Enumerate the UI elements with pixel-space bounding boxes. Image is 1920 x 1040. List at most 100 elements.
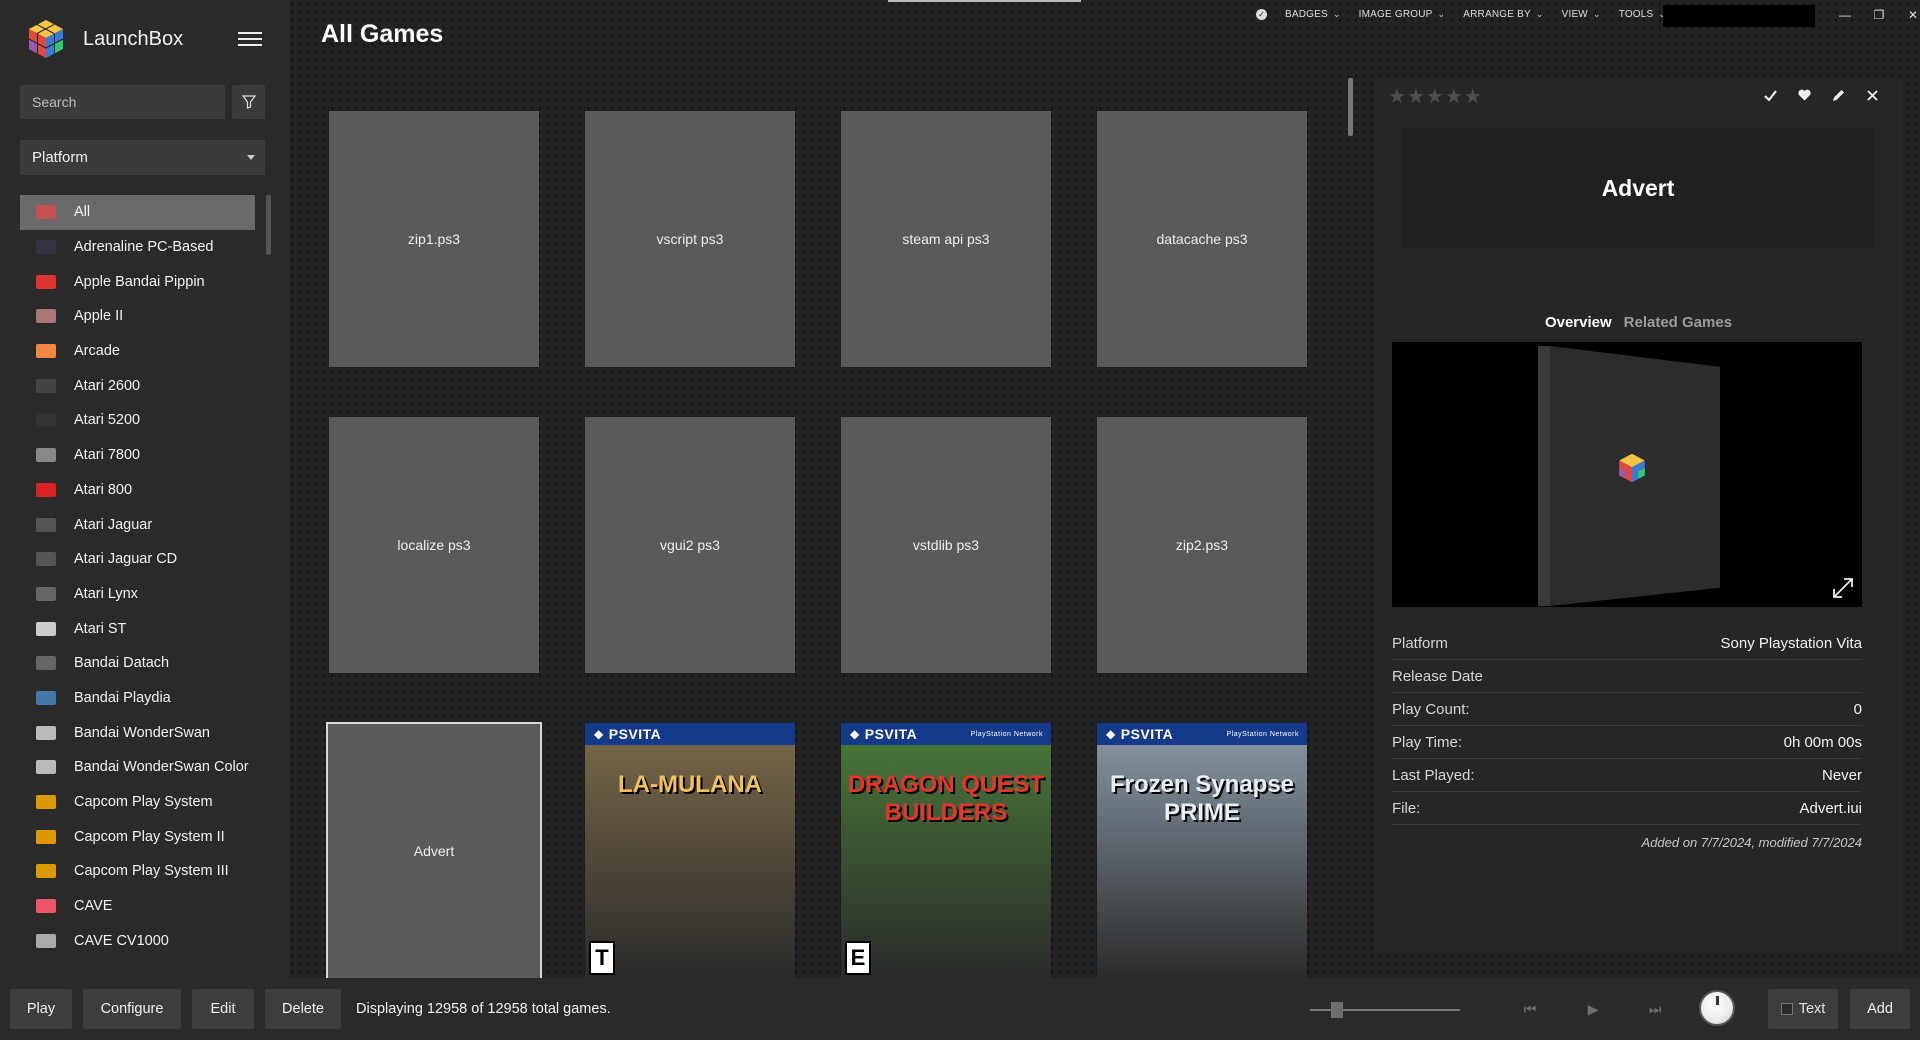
launchbox-logo-icon — [1617, 452, 1647, 489]
text-toggle[interactable]: Text — [1768, 989, 1838, 1029]
next-track-icon[interactable]: ⏭ — [1643, 999, 1667, 1019]
platform-swatch — [36, 378, 56, 393]
game-tile[interactable]: zip1.ps3 — [329, 111, 539, 367]
minimize-icon[interactable]: — — [1828, 5, 1862, 25]
sidebar-item-arcade[interactable]: Arcade — [20, 334, 255, 369]
game-tile[interactable]: Advert — [326, 722, 542, 980]
esrb-rating-badge: E — [845, 941, 871, 975]
sidebar-item-atari-st[interactable]: Atari ST — [20, 611, 255, 646]
sidebar-item-capcom-play-system-ii[interactable]: Capcom Play System II — [20, 819, 255, 854]
game-tile[interactable]: vgui2 ps3 — [585, 417, 795, 673]
sidebar-item-atari-5200[interactable]: Atari 5200 — [20, 403, 255, 438]
add-button[interactable]: Add — [1850, 989, 1910, 1029]
sidebar-item-cave[interactable]: CAVE — [20, 889, 255, 924]
search-input[interactable] — [20, 85, 225, 119]
game-tile[interactable]: vstdlib ps3 — [841, 417, 1051, 673]
sidebar-item-capcom-play-system-iii[interactable]: Capcom Play System III — [20, 854, 255, 889]
sidebar-item-bandai-wonderswan-color[interactable]: Bandai WonderSwan Color — [20, 750, 255, 785]
game-tile[interactable]: ◆ PSVITA PlayStation Network Frozen Synapse… — [1097, 723, 1307, 979]
filter-button[interactable] — [232, 85, 265, 119]
sidebar-item-all[interactable]: All — [20, 195, 255, 230]
game-tile[interactable]: localize ps3 — [329, 417, 539, 673]
top-search-input[interactable] — [1663, 5, 1815, 27]
chevron-down-icon — [247, 155, 255, 160]
game-tile[interactable]: zip2.ps3 — [1097, 417, 1307, 673]
info-label: Platform — [1392, 634, 1448, 652]
platform-list-scrollbar[interactable] — [266, 195, 271, 255]
zoom-slider-thumb[interactable] — [1331, 1002, 1343, 1018]
star-icon[interactable]: ★ — [1407, 84, 1425, 109]
toolbar-arrange-by[interactable]: ARRANGE BY ⌄ — [1463, 9, 1543, 20]
toolbar-image-group[interactable]: IMAGE GROUP ⌄ — [1359, 9, 1446, 20]
sidebar-item-label: CAVE CV1000 — [74, 932, 169, 949]
sidebar-item-atari-800[interactable]: Atari 800 — [20, 473, 255, 508]
sidebar-item-capcom-play-system[interactable]: Capcom Play System — [20, 785, 255, 820]
playstation-icon: ◆ — [1106, 727, 1116, 741]
sidebar-item-cave-cv1000[interactable]: CAVE CV1000 — [20, 923, 255, 958]
game-tile-title: zip2.ps3 — [1175, 537, 1229, 553]
sidebar-item-bandai-playdia[interactable]: Bandai Playdia — [20, 681, 255, 716]
checkbox-icon[interactable] — [1780, 1003, 1793, 1015]
tab-related-games[interactable]: Related Games — [1624, 314, 1732, 331]
play-media-icon[interactable]: ▶ — [1581, 999, 1605, 1019]
sidebar-item-atari-7800[interactable]: Atari 7800 — [20, 438, 255, 473]
star-icon[interactable]: ★ — [1388, 84, 1406, 109]
previous-track-icon[interactable]: ⏮ — [1518, 999, 1542, 1019]
detail-actions — [1753, 86, 1889, 104]
platform-swatch — [36, 933, 56, 948]
cps-icon — [34, 792, 58, 812]
platform-swatch — [36, 760, 56, 775]
sidebar-item-apple-ii[interactable]: Apple II — [20, 299, 255, 334]
play-button[interactable]: Play — [10, 989, 72, 1029]
star-icon[interactable]: ★ — [1426, 84, 1444, 109]
tab-overview[interactable]: Overview — [1545, 314, 1612, 331]
game-tile[interactable]: datacache ps3 — [1097, 111, 1307, 367]
game-tile[interactable]: steam api ps3 — [841, 111, 1051, 367]
platform-swatch — [36, 864, 56, 879]
sidebar-item-atari-jaguar-cd[interactable]: Atari Jaguar CD — [20, 542, 255, 577]
expand-icon[interactable] — [1832, 577, 1854, 599]
checkmark-icon[interactable] — [1753, 86, 1787, 104]
sidebar-item-atari-2600[interactable]: Atari 2600 — [20, 368, 255, 403]
edit-button[interactable]: Edit — [192, 989, 254, 1029]
info-value: Sony Playstation Vita — [1720, 634, 1862, 652]
psvita-label: PSVITA — [1120, 726, 1174, 742]
status-check-icon[interactable]: ✓ — [1256, 8, 1267, 20]
configure-button[interactable]: Configure — [83, 989, 181, 1029]
game-tile[interactable]: vscript ps3 — [585, 111, 795, 367]
toolbar-view[interactable]: VIEW ⌄ — [1562, 9, 1601, 20]
game-info-table: Platform Sony Playstation Vita Release Dat… — [1392, 627, 1862, 850]
sidebar-item-bandai-datach[interactable]: Bandai Datach — [20, 646, 255, 681]
game-tile[interactable]: ◆ PSVITA LA-MULANA T — [585, 723, 795, 979]
sidebar-item-label: Atari 800 — [74, 481, 133, 498]
game-tile-title: vscript ps3 — [656, 231, 724, 247]
toolbar-tools[interactable]: TOOLS⌄ — [1619, 9, 1666, 20]
toolbar-badges[interactable]: BADGES ⌄ — [1285, 9, 1341, 20]
game-box-preview[interactable] — [1392, 342, 1862, 607]
hamburger-menu-icon[interactable] — [238, 32, 262, 50]
sidebar-item-bandai-wonderswan[interactable]: Bandai WonderSwan — [20, 715, 255, 750]
platform-dropdown-value: Platform — [32, 149, 88, 166]
sidebar-item-atari-jaguar[interactable]: Atari Jaguar — [20, 507, 255, 542]
star-rating[interactable]: ★ ★ ★ ★ ★ — [1388, 84, 1483, 109]
sidebar-item-label: Capcom Play System III — [74, 863, 229, 880]
close-window-icon[interactable]: ✕ — [1896, 5, 1920, 25]
delete-button[interactable]: Delete — [265, 989, 341, 1029]
star-icon[interactable]: ★ — [1464, 84, 1482, 109]
heart-icon[interactable] — [1787, 86, 1821, 104]
pencil-icon[interactable] — [1821, 86, 1855, 104]
close-icon[interactable] — [1855, 86, 1889, 104]
psvita-label: PSVITA — [608, 726, 662, 742]
platform-dropdown[interactable]: Platform — [20, 140, 265, 175]
bandai-datach-icon — [34, 653, 58, 673]
sidebar-item-apple-bandai-pippin[interactable]: Apple Bandai Pippin — [20, 264, 255, 299]
game-tile[interactable]: ◆ PSVITA PlayStation Network DRAGON QUEST B… — [841, 723, 1051, 979]
sidebar-item-label: Bandai Playdia — [74, 689, 171, 706]
volume-knob[interactable] — [1699, 990, 1735, 1026]
sidebar-item-adrenaline-pc-based[interactable]: Adrenaline PC-Based — [20, 230, 255, 265]
sidebar-item-atari-lynx[interactable]: Atari Lynx — [20, 577, 255, 612]
restore-icon[interactable]: ❐ — [1862, 5, 1896, 25]
platform-swatch — [36, 274, 56, 289]
grid-scrollbar[interactable] — [1348, 78, 1353, 136]
star-icon[interactable]: ★ — [1445, 84, 1463, 109]
